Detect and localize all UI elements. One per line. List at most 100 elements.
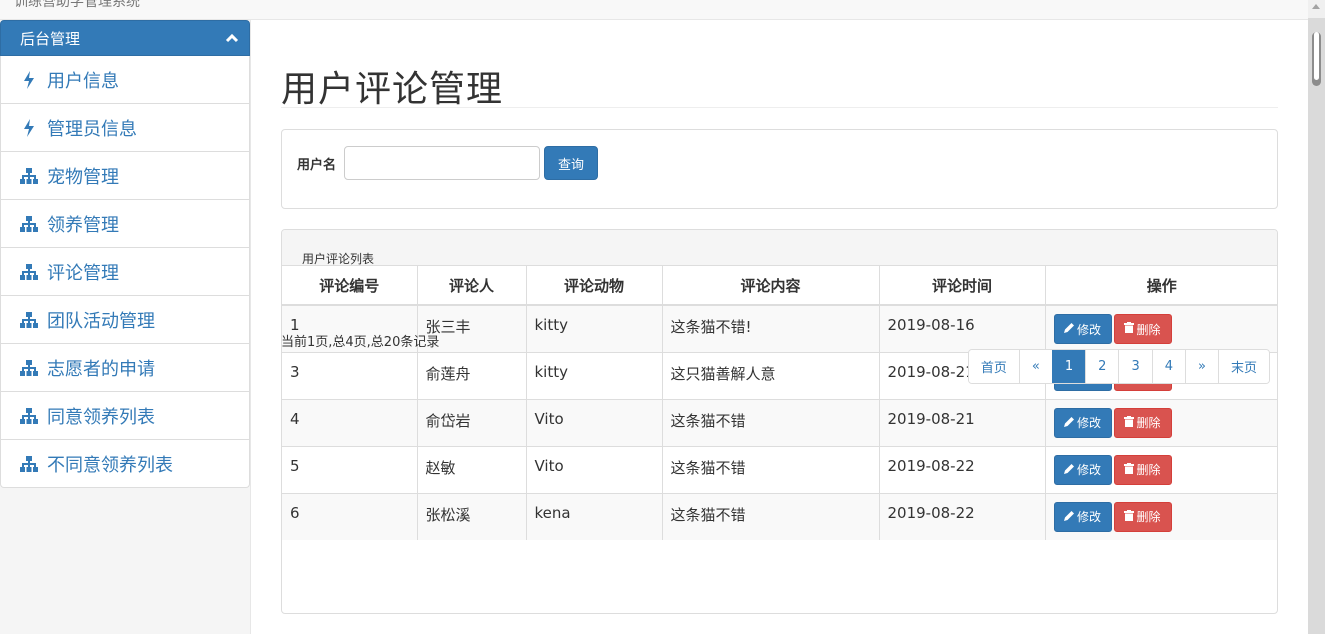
pagination-summary: 当前1页,总4页,总20条记录 [281, 335, 440, 350]
sidebar-item[interactable]: 宠物管理 [0, 152, 250, 200]
scroll-up-arrow-icon[interactable] [1312, 4, 1320, 9]
column-header: 评论内容 [662, 266, 880, 306]
bolt-icon [19, 118, 39, 137]
table-cell: 6 [282, 492, 418, 540]
actions-cell: 修改 删除 [1045, 398, 1277, 446]
page-title: 用户评论管理 [281, 69, 504, 110]
table-cell: Vito [526, 445, 663, 493]
trash-icon [1124, 509, 1135, 524]
table-cell: 4 [282, 398, 418, 446]
table-cell: 2019-08-22 [879, 445, 1046, 493]
table-cell: Vito [526, 398, 663, 446]
column-header: 评论编号 [282, 266, 418, 306]
pencil-icon [1063, 416, 1075, 430]
sidebar-header-label: 后台管理 [20, 29, 81, 48]
sidebar-item[interactable]: 领养管理 [0, 200, 250, 248]
sidebar-item[interactable]: 团队活动管理 [0, 296, 250, 344]
table-cell: kitty [526, 304, 663, 352]
sidebar-item[interactable]: 志愿者的申请 [0, 344, 250, 392]
table-cell: 5 [282, 445, 418, 493]
list-panel-heading: 用户评论列表 [282, 230, 1277, 266]
sidebar-item-label: 团队活动管理 [47, 310, 155, 332]
username-label: 用户名 [297, 158, 337, 173]
vertical-scrollbar[interactable] [1308, 0, 1325, 634]
column-header: 操作 [1045, 266, 1277, 306]
table-cell: 3 [282, 351, 418, 399]
pencil-icon [1063, 510, 1075, 524]
sidebar-item-label: 宠物管理 [47, 166, 119, 188]
column-header: 评论动物 [526, 266, 663, 306]
delete-button[interactable]: 删除 [1113, 407, 1172, 438]
edit-label: 修改 [1076, 322, 1101, 337]
username-input[interactable] [344, 146, 540, 180]
edit-button[interactable]: 修改 [1053, 501, 1112, 532]
page-link[interactable]: » [1185, 350, 1218, 383]
trash-icon [1124, 415, 1135, 430]
comment-table: 评论编号 评论人 评论动物 评论内容 评论时间 操作 1 张三丰 kitty 这条猫不错! 201… [282, 266, 1277, 540]
table-cell: kitty [526, 351, 663, 399]
page-link[interactable]: 4 [1151, 350, 1186, 383]
table-cell: 2019-08-16 [879, 304, 1046, 352]
pencil-icon [1063, 322, 1075, 336]
table-cell: 这条猫不错 [662, 398, 880, 446]
sitemap-icon [19, 311, 39, 329]
table-cell: 赵敏 [417, 445, 527, 493]
edit-button[interactable]: 修改 [1053, 407, 1112, 438]
actions-cell: 修改 删除 [1045, 445, 1277, 493]
actions-cell: 修改 删除 [1045, 304, 1277, 352]
delete-label: 删除 [1136, 322, 1161, 337]
edit-label: 修改 [1076, 510, 1101, 524]
brand-title[interactable]: 训练营助学管理系统 [14, 0, 140, 11]
table-header-row: 评论编号 评论人 评论动物 评论内容 评论时间 操作 [282, 266, 1277, 306]
delete-button[interactable]: 删除 [1113, 454, 1172, 485]
sidebar: 后台管理 用户信息管理员信息宠物管理领养管理 评论管理团队活动管理 志愿者的申请 同意… [0, 20, 250, 488]
delete-button[interactable]: 删除 [1113, 501, 1172, 532]
sidebar-item[interactable]: 不同意领养列表 [0, 440, 250, 488]
top-navbar: 训练营助学管理系统 [0, 0, 1308, 20]
column-header: 评论人 [417, 266, 527, 306]
sidebar-item[interactable]: 用户信息 [0, 56, 250, 104]
pencil-icon [1063, 463, 1075, 477]
sidebar-item[interactable]: 管理员信息 [0, 104, 250, 152]
trash-icon [1124, 322, 1135, 336]
page-link[interactable]: 首页 [968, 350, 1019, 383]
table-cell: 俞岱岩 [417, 398, 527, 446]
sitemap-icon [19, 167, 39, 185]
table-cell: 这条猫不错! [662, 304, 880, 352]
table-row: 6 张松溪 kena 这条猫不错 2019-08-22 修改 删除 [282, 492, 1277, 540]
sidebar-item[interactable]: 同意领养列表 [0, 392, 250, 440]
table-cell: 俞莲舟 [417, 351, 527, 399]
sitemap-icon [19, 263, 39, 281]
edit-button[interactable]: 修改 [1053, 454, 1112, 485]
comment-list-panel: 用户评论列表 评论编号 评论人 评论动物 评论内容 评论时间 操作 1 张三丰 kitty 这条… [281, 229, 1278, 614]
table-row: 5 赵敏 Vito 这条猫不错 2019-08-22 修改 删除 [282, 445, 1277, 493]
chevron-up-icon[interactable] [225, 31, 239, 45]
table-cell: 这条猫不错 [662, 492, 880, 540]
edit-button[interactable]: 修改 [1053, 314, 1112, 344]
delete-button[interactable]: 删除 [1113, 314, 1172, 344]
delete-label: 删除 [1136, 510, 1161, 524]
page-link[interactable]: 3 [1118, 350, 1152, 383]
title-divider [281, 107, 1278, 108]
sidebar-item-label: 同意领养列表 [47, 406, 155, 428]
scrollbar-thumb[interactable] [1312, 32, 1321, 86]
scrollbar-track[interactable] [1308, 18, 1325, 634]
edit-label: 修改 [1076, 416, 1101, 430]
sidebar-item-label: 志愿者的申请 [47, 358, 155, 380]
table-cell: 这只猫善解人意 [662, 351, 880, 399]
sidebar-item-label: 用户信息 [47, 70, 119, 92]
page-link[interactable]: 1 [1051, 350, 1086, 383]
list-heading-label: 用户评论列表 [302, 252, 375, 266]
column-header: 评论时间 [879, 266, 1046, 306]
table-cell: 这条猫不错 [662, 445, 880, 493]
table-cell: 2019-08-21 [879, 398, 1046, 446]
page-link[interactable]: 2 [1085, 350, 1119, 383]
sidebar-item[interactable]: 评论管理 [0, 248, 250, 296]
page-link[interactable]: 末页 [1217, 350, 1269, 383]
search-button[interactable]: 查询 [544, 146, 598, 180]
sitemap-icon [19, 215, 39, 233]
actions-cell: 修改 删除 [1045, 492, 1277, 540]
sidebar-header[interactable]: 后台管理 [0, 20, 250, 56]
sitemap-icon [19, 407, 39, 425]
page-link[interactable]: « [1018, 350, 1052, 383]
